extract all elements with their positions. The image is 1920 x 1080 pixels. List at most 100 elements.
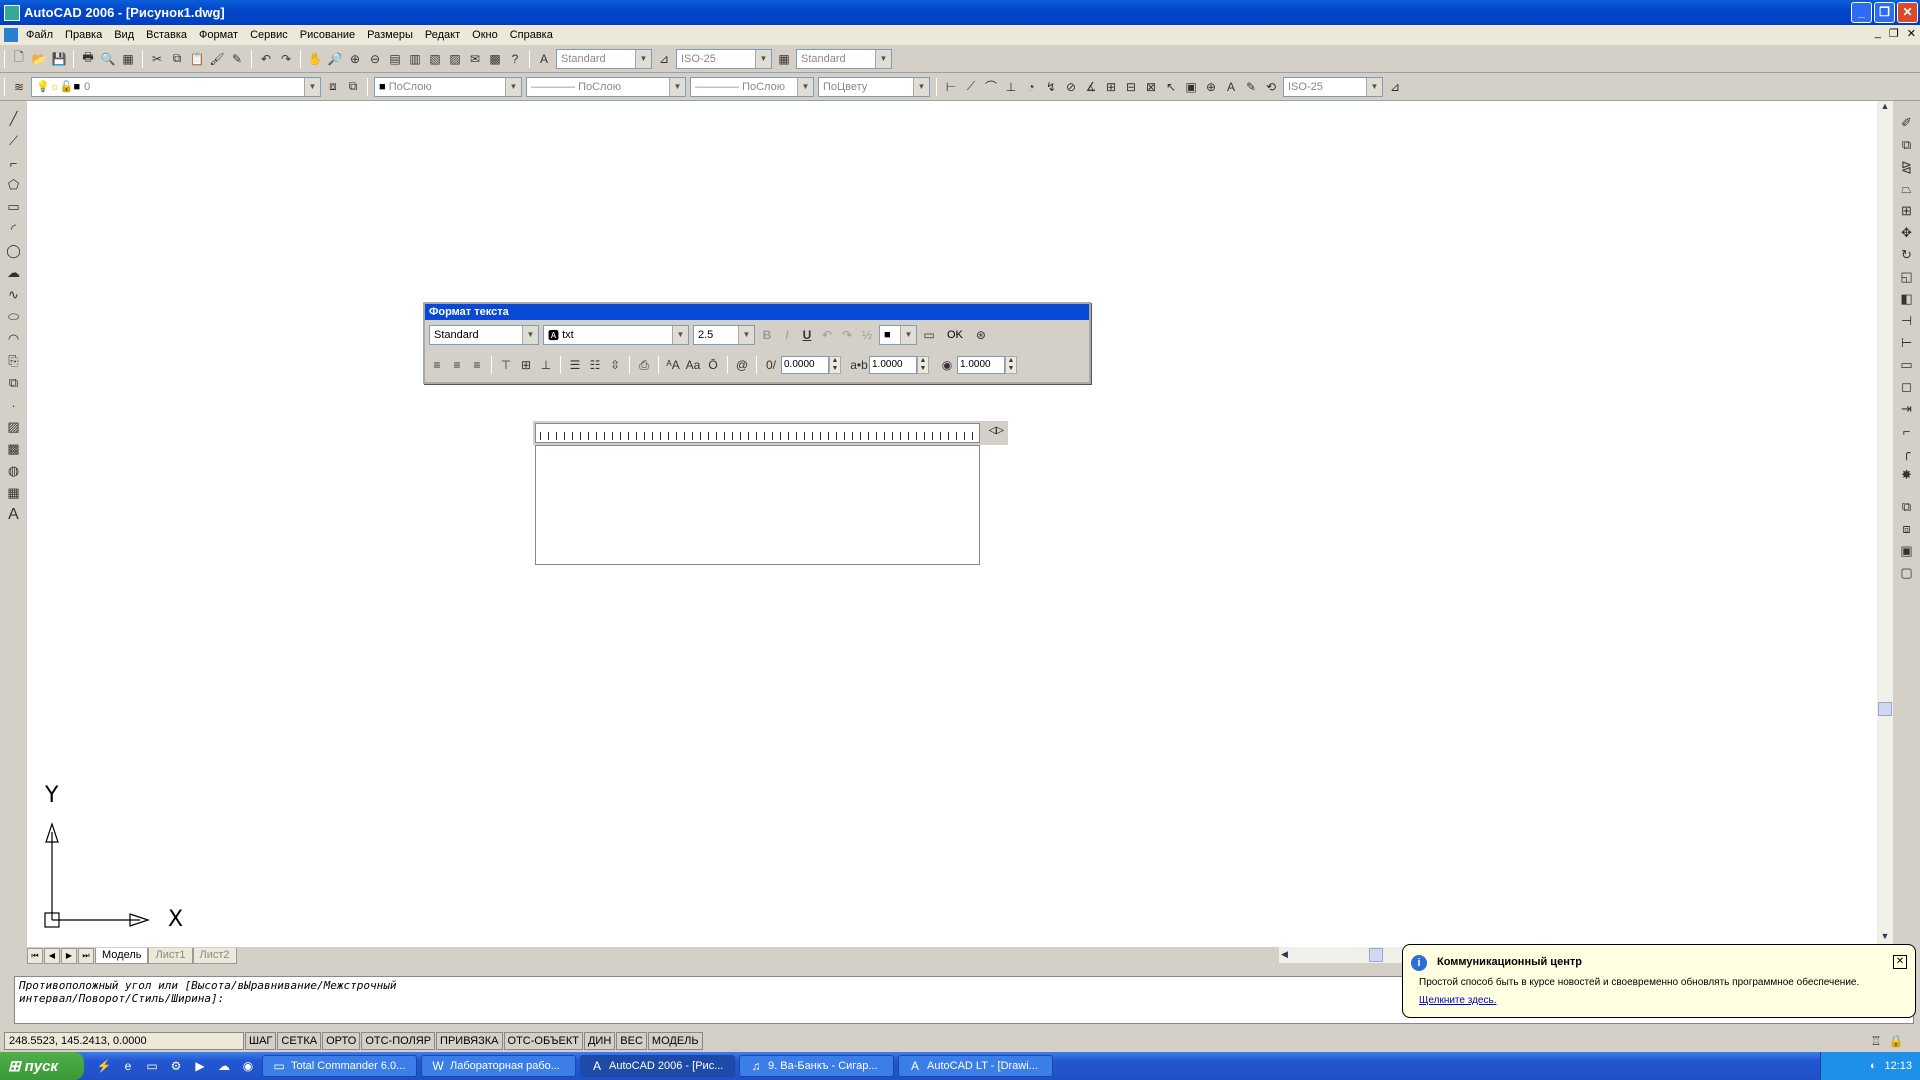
undo-icon[interactable]: ↶ bbox=[258, 51, 274, 67]
media-icon[interactable]: ▶ bbox=[192, 1058, 208, 1074]
tab-layout2[interactable]: Лист2 bbox=[192, 948, 237, 964]
make-block-icon[interactable]: ⧉ bbox=[6, 375, 22, 391]
bullets-icon[interactable]: ☷ bbox=[587, 357, 603, 373]
minimize-button[interactable]: _ bbox=[1851, 2, 1872, 23]
menu-tools[interactable]: Сервис bbox=[244, 29, 294, 41]
construction-line-icon[interactable]: ⟋ bbox=[6, 133, 22, 149]
move-icon[interactable]: ✥ bbox=[1899, 225, 1915, 241]
jogged-dimension-icon[interactable]: ↯ bbox=[1043, 79, 1059, 95]
align-center-icon[interactable]: ≡ bbox=[449, 357, 465, 373]
prev-tab-icon[interactable]: ◀ bbox=[44, 948, 60, 964]
align-bottom-icon[interactable]: ⊥ bbox=[538, 357, 554, 373]
center-mark-icon[interactable]: ⊕ bbox=[1203, 79, 1219, 95]
new-file-icon[interactable]: 🗋 bbox=[11, 50, 27, 67]
align-left-icon[interactable]: ≡ bbox=[429, 357, 445, 373]
line-icon[interactable]: ╱ bbox=[6, 111, 22, 127]
redo-icon[interactable]: ↷ bbox=[278, 51, 294, 67]
ie-icon[interactable]: e bbox=[120, 1058, 136, 1074]
tracking-spinner[interactable]: ▲ ▼ bbox=[917, 356, 929, 374]
otrack-toggle[interactable]: ОТС-ОБЪЕКТ bbox=[503, 1032, 583, 1050]
multiline-text-icon[interactable]: A bbox=[6, 506, 22, 523]
dim-style-icon[interactable]: ⊿ bbox=[656, 51, 672, 67]
rotate-icon[interactable]: ↻ bbox=[1899, 247, 1915, 263]
tray-app-icon[interactable]: ◐ bbox=[1870, 1060, 1877, 1072]
arc-icon[interactable]: ◜ bbox=[6, 221, 22, 237]
task-autocad-lt[interactable]: A AutoCAD LT - [Drawi... bbox=[898, 1055, 1053, 1077]
copy-object-icon[interactable]: ⧉ bbox=[1899, 137, 1915, 153]
table-icon[interactable]: ▦ bbox=[6, 485, 22, 501]
ordinate-dimension-icon[interactable]: ⊥ bbox=[1003, 79, 1019, 95]
uppercase-icon[interactable]: ᴬA bbox=[665, 357, 681, 373]
dim-style-select[interactable]: ISO-25 ▼ bbox=[676, 48, 772, 69]
polar-toggle[interactable]: ОТС-ПОЛЯР bbox=[361, 1032, 436, 1050]
color-select[interactable]: ■ ПоСлою ▼ bbox=[374, 76, 522, 97]
text-color-select[interactable]: ■ ▼ bbox=[879, 325, 917, 345]
coordinates-readout[interactable]: 248.5523, 145.2413, 0.0000 bbox=[4, 1032, 244, 1050]
snap-toggle[interactable]: ШАГ bbox=[245, 1032, 277, 1050]
dim-style-manager-icon[interactable]: ⊿ bbox=[1387, 79, 1403, 95]
break-icon[interactable]: ◻ bbox=[1899, 379, 1915, 395]
menu-modify[interactable]: Редакт bbox=[419, 29, 466, 41]
polyline-icon[interactable]: ⌐ bbox=[6, 155, 22, 171]
stack-icon[interactable]: ½ bbox=[859, 327, 875, 343]
baseline-dimension-icon[interactable]: ⊟ bbox=[1123, 79, 1139, 95]
dimension-update-icon[interactable]: ⟲ bbox=[1263, 79, 1279, 95]
ortho-toggle[interactable]: ОРТО bbox=[322, 1032, 361, 1050]
rectangle-icon[interactable]: ▭ bbox=[6, 199, 22, 215]
tool-palettes-icon[interactable]: ▧ bbox=[427, 51, 443, 67]
network-icon[interactable]: ⚙ bbox=[168, 1058, 184, 1074]
symbol-icon[interactable]: @ bbox=[734, 357, 750, 373]
aligned-dimension-icon[interactable]: ⟋ bbox=[963, 79, 979, 95]
model-toggle[interactable]: МОДЕЛЬ bbox=[647, 1032, 703, 1050]
layer-previous-icon[interactable]: ⧉ bbox=[345, 79, 361, 95]
width-factor-input[interactable]: 1.0000 bbox=[957, 356, 1005, 374]
show-desktop-icon[interactable]: ⚡ bbox=[96, 1058, 112, 1074]
properties-icon[interactable]: ▤ bbox=[387, 51, 403, 67]
first-tab-icon[interactable]: ⏮ bbox=[27, 948, 43, 964]
fillet-icon[interactable]: ╭ bbox=[1899, 445, 1915, 461]
align-top-icon[interactable]: ⊤ bbox=[498, 357, 514, 373]
zoom-realtime-icon[interactable]: 🔎 bbox=[327, 51, 343, 67]
erase-icon[interactable]: ✐ bbox=[1899, 115, 1915, 131]
ruler-track[interactable] bbox=[535, 423, 980, 443]
document-icon[interactable] bbox=[4, 28, 18, 42]
join-icon[interactable]: ⇥ bbox=[1899, 401, 1915, 417]
markup-icon[interactable]: ✉ bbox=[467, 51, 483, 67]
offset-icon[interactable]: ⏢ bbox=[1899, 181, 1915, 197]
text-style-select[interactable]: Standard ▼ bbox=[429, 325, 539, 345]
table-style-select[interactable]: Standard ▼ bbox=[796, 48, 892, 69]
bold-icon[interactable]: B bbox=[759, 327, 775, 343]
dimension-text-edit-icon[interactable]: ✎ bbox=[1243, 79, 1259, 95]
copy-icon[interactable]: ⧉ bbox=[169, 51, 185, 67]
last-tab-icon[interactable]: ⏭ bbox=[78, 948, 94, 964]
browser-icon[interactable]: ◉ bbox=[240, 1058, 256, 1074]
paste-icon[interactable]: 📋 bbox=[189, 51, 205, 67]
mtext-edit-box[interactable] bbox=[535, 445, 980, 565]
help-icon[interactable]: ? bbox=[507, 51, 523, 67]
insert-block-icon[interactable]: ⎘ bbox=[6, 353, 22, 369]
menu-help[interactable]: Справка bbox=[504, 29, 559, 41]
trim-icon[interactable]: ⊣ bbox=[1899, 313, 1915, 329]
explode-icon[interactable]: ✸ bbox=[1899, 467, 1915, 483]
toolbar-lock-icon[interactable]: 🔒 bbox=[1888, 1033, 1904, 1049]
task-total-commander[interactable]: ▭ Total Commander 6.0... bbox=[262, 1055, 417, 1077]
publish-icon[interactable]: ▦ bbox=[120, 51, 136, 67]
diameter-dimension-icon[interactable]: ⊘ bbox=[1063, 79, 1079, 95]
tab-layout1[interactable]: Лист1 bbox=[148, 948, 193, 964]
osnap-toggle[interactable]: ПРИВЯЗКА bbox=[436, 1032, 503, 1050]
grid-toggle[interactable]: СЕТКА bbox=[277, 1032, 322, 1050]
array-icon[interactable]: ⊞ bbox=[1899, 203, 1915, 219]
ellipse-icon[interactable]: ⬭ bbox=[6, 309, 22, 325]
zoom-previous-icon[interactable]: ⊖ bbox=[367, 51, 383, 67]
ruler-toggle-icon[interactable]: ▭ bbox=[921, 327, 937, 343]
scroll-thumb[interactable] bbox=[1369, 948, 1383, 962]
text-style-icon[interactable]: A bbox=[536, 51, 552, 67]
draw-order-back-icon[interactable]: ⧈ bbox=[1899, 521, 1915, 537]
plot-style-select[interactable]: ПоЦвету ▼ bbox=[818, 76, 930, 97]
chamfer-icon[interactable]: ⌐ bbox=[1899, 423, 1915, 439]
task-media-player[interactable]: ♫ 9. Ва-Банкъ - Сигар... bbox=[739, 1055, 894, 1077]
layer-manager-icon[interactable]: ≋ bbox=[11, 79, 27, 95]
region-icon[interactable]: ◍ bbox=[6, 463, 22, 479]
pan-icon[interactable]: ✋ bbox=[307, 51, 323, 67]
send-under-icon[interactable]: ▢ bbox=[1899, 565, 1915, 581]
